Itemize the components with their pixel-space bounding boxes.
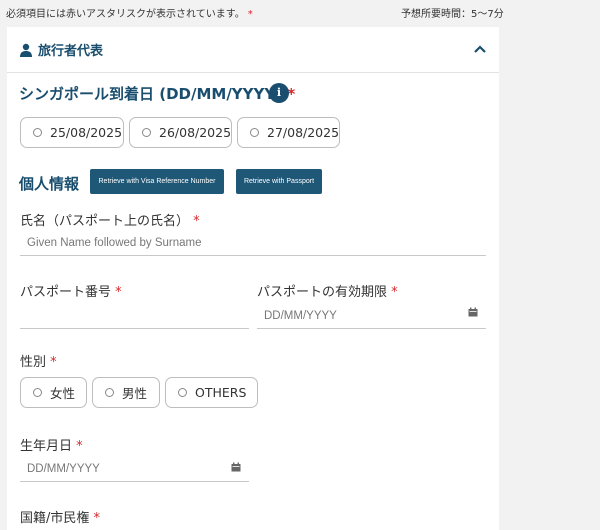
passport-number-asterisk: * — [115, 285, 122, 300]
passport-expiry-input[interactable]: DD/MM/YYYY — [257, 303, 486, 329]
required-notice-text: 必須項目には赤いアスタリスクが表示されています。 — [6, 9, 245, 20]
personal-info-title: 個人情報 — [19, 175, 80, 193]
passport-number-input[interactable] — [20, 303, 249, 329]
sex-option-others[interactable]: OTHERS — [165, 377, 258, 408]
sex-option-female[interactable]: 女性 — [20, 377, 87, 408]
nationality-label: 国籍/市民権 * — [20, 507, 100, 526]
sex-label-text: 性別 — [20, 355, 47, 370]
arrival-option-3[interactable]: 27/08/2025 — [237, 117, 340, 148]
dob-asterisk: * — [76, 439, 83, 454]
chevron-up-icon[interactable] — [474, 44, 486, 54]
radio-dot-icon — [33, 388, 42, 397]
required-notice: 必須項目には赤いアスタリスクが表示されています。 * — [6, 5, 253, 20]
sex-option-label: 男性 — [122, 386, 148, 401]
sex-option-male[interactable]: 男性 — [92, 377, 160, 408]
user-icon — [20, 43, 32, 57]
sex-label: 性別 * — [20, 351, 57, 370]
radio-dot-icon — [250, 128, 259, 137]
arrival-option-label: 27/08/2025 — [267, 125, 340, 140]
arrival-option-2[interactable]: 26/08/2025 — [129, 117, 232, 148]
name-label-text: 氏名（パスポート上の氏名） — [20, 214, 190, 229]
arrival-date-label-text: シンガポール到着日 (DD/MM/YYYY) — [19, 85, 283, 103]
traveller-card: 旅行者代表 シンガポール到着日 (DD/MM/YYYY) * i 25/08/2… — [7, 27, 499, 530]
section-header[interactable]: 旅行者代表 — [7, 27, 499, 73]
passport-number-label: パスポート番号 * — [20, 281, 122, 300]
retrieve-passport-button[interactable]: Retrieve with Passport — [236, 169, 322, 194]
calendar-icon[interactable] — [468, 307, 478, 317]
radio-dot-icon — [105, 388, 114, 397]
sex-option-label: 女性 — [50, 386, 76, 401]
sex-asterisk: * — [50, 355, 57, 370]
time-estimate: 予想所要時間：5～7分 — [401, 9, 504, 20]
arrival-option-label: 25/08/2025 — [50, 125, 123, 140]
radio-dot-icon — [178, 388, 187, 397]
info-icon[interactable]: i — [269, 83, 289, 103]
passport-expiry-label: パスポートの有効期限 * — [257, 281, 398, 300]
section-title: 旅行者代表 — [38, 44, 104, 59]
arrival-option-1[interactable]: 25/08/2025 — [20, 117, 124, 148]
calendar-icon[interactable] — [231, 462, 241, 472]
dob-input[interactable]: DD/MM/YYYY — [20, 456, 249, 482]
passport-number-label-text: パスポート番号 — [20, 285, 112, 300]
radio-dot-icon — [142, 128, 151, 137]
sex-option-label: OTHERS — [195, 385, 247, 400]
nationality-label-text: 国籍/市民権 — [20, 511, 90, 526]
required-asterisk: * — [247, 9, 253, 20]
nationality-asterisk: * — [93, 511, 101, 526]
dob-label-text: 生年月日 — [20, 439, 73, 454]
name-label: 氏名（パスポート上の氏名） * — [20, 210, 200, 229]
radio-dot-icon — [33, 128, 42, 137]
retrieve-visa-button[interactable]: Retrieve with Visa Reference Number — [90, 169, 224, 194]
name-input[interactable]: Given Name followed by Surname — [20, 230, 486, 256]
name-asterisk: * — [193, 214, 200, 229]
passport-expiry-label-text: パスポートの有効期限 — [257, 285, 388, 300]
arrival-option-label: 26/08/2025 — [159, 125, 232, 140]
dob-label: 生年月日 * — [20, 435, 83, 454]
arrival-date-label: シンガポール到着日 (DD/MM/YYYY) * — [19, 83, 295, 104]
passport-expiry-asterisk: * — [391, 285, 398, 300]
